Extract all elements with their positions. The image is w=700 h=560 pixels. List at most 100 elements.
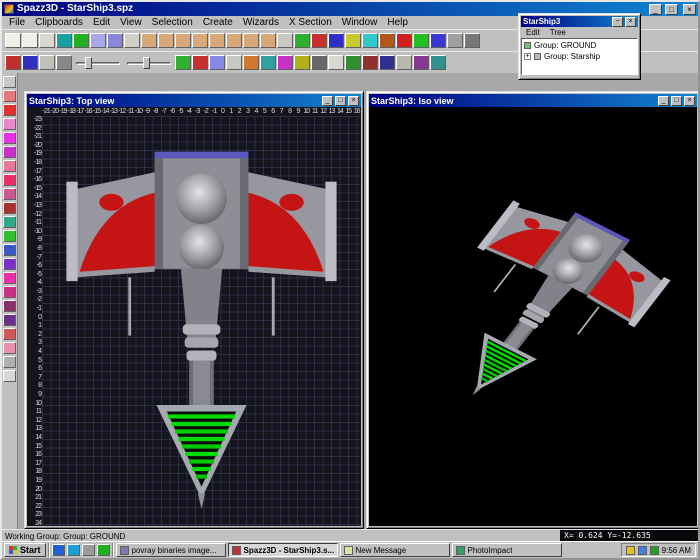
toolbar-icon-22[interactable]: [3, 370, 16, 382]
toolbar-icon-15[interactable]: [413, 55, 429, 70]
palette-title-bar[interactable]: StarShip3 − ×: [521, 16, 638, 27]
toolbar-icon-2[interactable]: [22, 55, 38, 70]
close-icon[interactable]: ×: [625, 17, 636, 27]
palette-menu-edit[interactable]: Edit: [521, 28, 545, 37]
expand-icon[interactable]: +: [524, 53, 531, 60]
toolbar-icon-5[interactable]: [243, 55, 259, 70]
toolbar-icon-27[interactable]: [447, 33, 463, 48]
toolbar-icon-8[interactable]: [3, 174, 16, 186]
minimize-icon[interactable]: _: [658, 96, 669, 106]
toolbar-icon-17[interactable]: [277, 33, 293, 48]
toolbar-icon-3[interactable]: [3, 104, 16, 116]
toolbar-icon-4[interactable]: [97, 544, 110, 556]
top-view-window[interactable]: StarShip3: Top view _ □ × -21-20-19-18-1…: [24, 91, 364, 529]
close-icon[interactable]: ×: [348, 96, 359, 106]
menu-edit[interactable]: Edit: [88, 16, 115, 29]
toolbar-slider-1[interactable]: [76, 56, 120, 70]
toolbar-icon-13[interactable]: [379, 55, 395, 70]
tree-item-ground[interactable]: Group: GROUND: [524, 40, 635, 51]
toolbar-icon-5[interactable]: [3, 132, 16, 144]
menu-wizards[interactable]: Wizards: [238, 16, 284, 29]
toolbar-icon-16[interactable]: [430, 55, 446, 70]
taskbar-task-4[interactable]: PhotoImpact: [452, 543, 562, 557]
close-icon[interactable]: ×: [683, 4, 696, 15]
toolbar-icon-4[interactable]: [56, 33, 72, 48]
tree-item-starship[interactable]: + Group: Starship: [524, 51, 635, 62]
toolbar-icon-12[interactable]: [362, 55, 378, 70]
toolbar-icon-1[interactable]: [175, 55, 191, 70]
top-view-canvas[interactable]: [42, 116, 361, 526]
toolbar-icon-9[interactable]: [3, 188, 16, 200]
toolbar-icon-10[interactable]: [3, 202, 16, 214]
toolbar-icon-15[interactable]: [243, 33, 259, 48]
toolbar-icon-2[interactable]: [192, 55, 208, 70]
toolbar-icon-7[interactable]: [277, 55, 293, 70]
iso-view-title-bar[interactable]: StarShip3: Iso view _ □ ×: [369, 94, 697, 107]
toolbar-icon-9[interactable]: [141, 33, 157, 48]
toolbar-icon-13[interactable]: [3, 244, 16, 256]
toolbar-icon-11[interactable]: [175, 33, 191, 48]
toolbar-icon-3[interactable]: [39, 55, 55, 70]
toolbar-icon-5[interactable]: [73, 33, 89, 48]
toolbar-icon-4[interactable]: [226, 55, 242, 70]
toolbar-slider-2[interactable]: [127, 56, 171, 70]
toolbar-icon-1[interactable]: [5, 55, 21, 70]
toolbar-icon-14[interactable]: [3, 258, 16, 270]
toolbar-icon-19[interactable]: [3, 328, 16, 340]
toolbar-icon-22[interactable]: [362, 33, 378, 48]
toolbar-icon-1[interactable]: [3, 76, 16, 88]
start-button[interactable]: Start: [4, 543, 46, 557]
toolbar-icon-20[interactable]: [328, 33, 344, 48]
toolbar-icon-20[interactable]: [3, 342, 16, 354]
menu-view[interactable]: View: [115, 16, 147, 29]
menu-window[interactable]: Window: [337, 16, 383, 29]
toolbar-icon-18[interactable]: [3, 314, 16, 326]
menu-clipboards[interactable]: Clipboards: [30, 16, 88, 29]
toolbar-icon-11[interactable]: [3, 216, 16, 228]
toolbar-icon-18[interactable]: [294, 33, 310, 48]
toolbar-icon-9[interactable]: [311, 55, 327, 70]
maximize-icon[interactable]: □: [665, 4, 678, 15]
toolbar-icon-12[interactable]: [192, 33, 208, 48]
top-view-title-bar[interactable]: StarShip3: Top view _ □ ×: [27, 94, 361, 107]
menu-create[interactable]: Create: [198, 16, 238, 29]
tray-icon-3[interactable]: [650, 546, 659, 555]
toolbar-icon-1[interactable]: [52, 544, 65, 556]
toolbar-icon-1[interactable]: [5, 33, 21, 48]
toolbar-icon-7[interactable]: [3, 160, 16, 172]
toolbar-icon-13[interactable]: [209, 33, 225, 48]
slider-thumb[interactable]: [85, 57, 92, 69]
toolbar-icon-2[interactable]: [3, 90, 16, 102]
toolbar-icon-3[interactable]: [82, 544, 95, 556]
scene-tree-palette[interactable]: StarShip3 − × Edit Tree Group: GROUND + …: [518, 13, 641, 80]
toolbar-icon-6[interactable]: [90, 33, 106, 48]
toolbar-icon-21[interactable]: [345, 33, 361, 48]
toolbar-icon-3[interactable]: [39, 33, 55, 48]
toolbar-icon-12[interactable]: [3, 230, 16, 242]
menu-file[interactable]: File: [4, 16, 30, 29]
toolbar-icon-21[interactable]: [3, 356, 16, 368]
menu-selection[interactable]: Selection: [147, 16, 198, 29]
toolbar-icon-4[interactable]: [3, 118, 16, 130]
toolbar-icon-14[interactable]: [396, 55, 412, 70]
menu-x-section[interactable]: X Section: [284, 16, 337, 29]
toolbar-icon-7[interactable]: [107, 33, 123, 48]
minimize-icon[interactable]: −: [612, 17, 623, 27]
toolbar-icon-6[interactable]: [260, 55, 276, 70]
iso-view-canvas[interactable]: [369, 107, 697, 526]
tray-icon-1[interactable]: [626, 546, 635, 555]
toolbar-icon-19[interactable]: [311, 33, 327, 48]
palette-menu-tree[interactable]: Tree: [545, 28, 571, 37]
toolbar-icon-16[interactable]: [260, 33, 276, 48]
menu-help[interactable]: Help: [382, 16, 413, 29]
toolbar-icon-26[interactable]: [430, 33, 446, 48]
toolbar-icon-10[interactable]: [158, 33, 174, 48]
tray-icon-2[interactable]: [638, 546, 647, 555]
toolbar-icon-4[interactable]: [56, 55, 72, 70]
iso-view-window[interactable]: StarShip3: Iso view _ □ ×: [366, 91, 698, 529]
toolbar-icon-6[interactable]: [3, 146, 16, 158]
toolbar-icon-8[interactable]: [124, 33, 140, 48]
taskbar-task-2[interactable]: Spazz3D - StarShip3.s...: [228, 543, 338, 557]
toolbar-icon-11[interactable]: [345, 55, 361, 70]
close-icon[interactable]: ×: [684, 96, 695, 106]
